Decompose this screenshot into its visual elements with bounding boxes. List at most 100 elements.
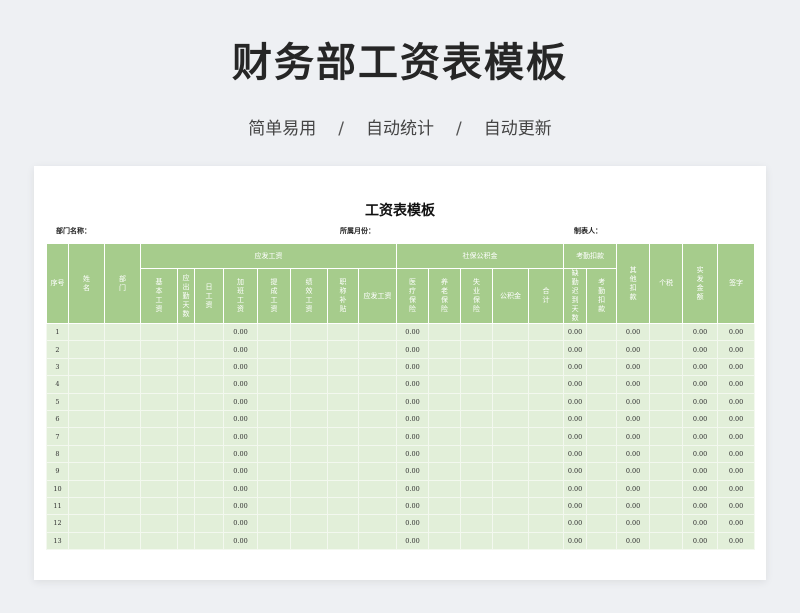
- table-cell[interactable]: [492, 531, 529, 551]
- table-cell[interactable]: [290, 340, 328, 359]
- table-cell[interactable]: [68, 392, 105, 411]
- table-cell[interactable]: [527, 427, 565, 446]
- table-cell[interactable]: 0.00: [616, 392, 651, 411]
- table-cell[interactable]: 0.00: [616, 322, 651, 342]
- table-cell[interactable]: [460, 427, 493, 446]
- table-cell[interactable]: 0.00: [682, 462, 719, 481]
- table-cell[interactable]: [257, 444, 291, 464]
- table-cell[interactable]: [492, 427, 529, 446]
- table-cell[interactable]: [257, 392, 291, 411]
- table-cell[interactable]: [177, 496, 195, 516]
- table-cell[interactable]: [290, 514, 328, 533]
- table-cell[interactable]: 0.00: [563, 375, 588, 394]
- table-cell[interactable]: 2: [46, 340, 69, 359]
- table-cell[interactable]: [68, 531, 105, 551]
- table-cell[interactable]: [649, 409, 684, 429]
- table-cell[interactable]: 0.00: [616, 462, 651, 481]
- table-cell[interactable]: 7: [46, 427, 69, 446]
- table-cell[interactable]: [527, 479, 565, 498]
- table-cell[interactable]: 0.00: [682, 340, 719, 359]
- table-cell[interactable]: [177, 392, 195, 411]
- table-cell[interactable]: 0.00: [616, 479, 651, 498]
- table-cell[interactable]: [104, 375, 141, 394]
- table-cell[interactable]: 0.00: [563, 427, 588, 446]
- table-cell[interactable]: [527, 531, 565, 551]
- table-cell[interactable]: 0.00: [396, 392, 429, 411]
- table-cell[interactable]: 0.00: [563, 514, 588, 533]
- table-cell[interactable]: [194, 409, 224, 429]
- table-cell[interactable]: 0.00: [223, 444, 258, 464]
- table-cell[interactable]: [327, 462, 359, 481]
- table-cell[interactable]: [649, 479, 684, 498]
- table-cell[interactable]: [527, 496, 565, 516]
- table-cell[interactable]: [257, 375, 291, 394]
- table-cell[interactable]: 0.00: [682, 496, 719, 516]
- table-cell[interactable]: [492, 322, 529, 342]
- table-cell[interactable]: [428, 322, 461, 342]
- table-cell[interactable]: 0.00: [563, 496, 588, 516]
- table-cell[interactable]: [104, 427, 141, 446]
- table-cell[interactable]: 0.00: [563, 531, 588, 551]
- table-cell[interactable]: [649, 357, 684, 377]
- table-cell[interactable]: 10: [46, 479, 69, 498]
- table-cell[interactable]: 0.00: [616, 340, 651, 359]
- table-cell[interactable]: [194, 357, 224, 377]
- table-cell[interactable]: 0.00: [223, 357, 258, 377]
- table-cell[interactable]: [290, 357, 328, 377]
- table-cell[interactable]: [104, 496, 141, 516]
- table-cell[interactable]: [140, 322, 178, 342]
- table-cell[interactable]: [586, 322, 618, 342]
- table-cell[interactable]: [194, 375, 224, 394]
- table-cell[interactable]: [194, 322, 224, 342]
- table-cell[interactable]: [358, 409, 397, 429]
- table-cell[interactable]: [649, 392, 684, 411]
- table-cell[interactable]: [104, 514, 141, 533]
- table-cell[interactable]: 0.00: [682, 409, 719, 429]
- table-cell[interactable]: [140, 375, 178, 394]
- table-cell[interactable]: [358, 462, 397, 481]
- table-cell[interactable]: 0.00: [396, 427, 429, 446]
- table-cell[interactable]: [177, 462, 195, 481]
- table-cell[interactable]: [177, 322, 195, 342]
- table-cell[interactable]: [460, 392, 493, 411]
- table-cell[interactable]: [68, 514, 105, 533]
- table-cell[interactable]: [527, 340, 565, 359]
- table-cell[interactable]: [140, 514, 178, 533]
- table-cell[interactable]: [177, 340, 195, 359]
- table-cell[interactable]: [327, 375, 359, 394]
- table-cell[interactable]: [68, 479, 105, 498]
- table-cell[interactable]: 0.00: [682, 479, 719, 498]
- table-cell[interactable]: 0.00: [616, 375, 651, 394]
- table-cell[interactable]: [257, 322, 291, 342]
- table-cell[interactable]: [104, 409, 141, 429]
- table-cell[interactable]: [358, 322, 397, 342]
- table-cell[interactable]: [104, 462, 141, 481]
- table-cell[interactable]: 0.00: [616, 531, 651, 551]
- table-cell[interactable]: [327, 409, 359, 429]
- table-cell[interactable]: 0.00: [717, 444, 756, 464]
- table-cell[interactable]: [68, 375, 105, 394]
- table-cell[interactable]: [460, 479, 493, 498]
- table-cell[interactable]: 8: [46, 444, 69, 464]
- table-cell[interactable]: [327, 479, 359, 498]
- table-cell[interactable]: [327, 392, 359, 411]
- table-cell[interactable]: 0.00: [396, 340, 429, 359]
- table-cell[interactable]: [428, 462, 461, 481]
- table-cell[interactable]: 0.00: [563, 357, 588, 377]
- table-cell[interactable]: [649, 444, 684, 464]
- table-cell[interactable]: [460, 514, 493, 533]
- table-cell[interactable]: 1: [46, 322, 69, 342]
- table-cell[interactable]: [68, 444, 105, 464]
- table-cell[interactable]: 0.00: [682, 357, 719, 377]
- table-cell[interactable]: [68, 427, 105, 446]
- table-cell[interactable]: [492, 462, 529, 481]
- table-cell[interactable]: [290, 375, 328, 394]
- table-cell[interactable]: 0.00: [717, 322, 756, 342]
- table-cell[interactable]: 0.00: [717, 409, 756, 429]
- table-cell[interactable]: [527, 392, 565, 411]
- table-cell[interactable]: [177, 427, 195, 446]
- table-cell[interactable]: 6: [46, 409, 69, 429]
- table-cell[interactable]: [257, 340, 291, 359]
- table-cell[interactable]: [194, 496, 224, 516]
- table-cell[interactable]: [140, 340, 178, 359]
